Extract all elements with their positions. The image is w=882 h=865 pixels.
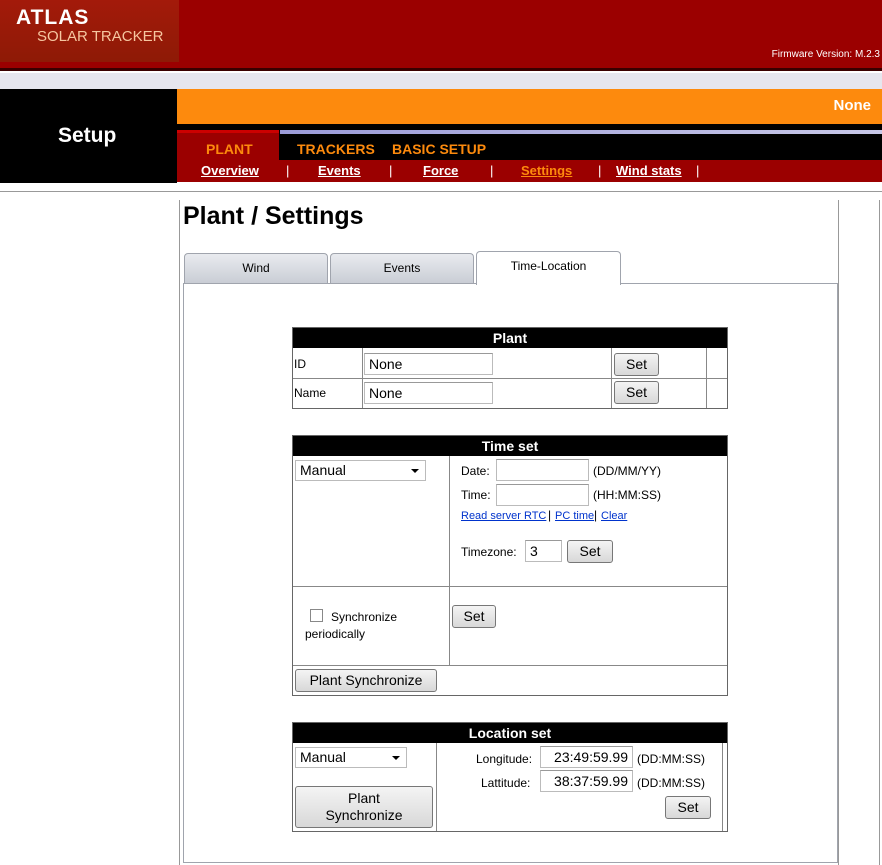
location-sync-line2: Synchronize	[325, 807, 403, 823]
tab-trackers[interactable]: TRACKERS	[297, 141, 375, 157]
clear-link[interactable]: Clear	[601, 510, 627, 522]
longitude-label: Longitude:	[476, 752, 533, 766]
latitude-label: Lattitude:	[481, 776, 531, 790]
link-separator: |	[548, 508, 552, 522]
subnav-separator: |	[286, 163, 290, 178]
read-server-rtc-link[interactable]: Read server RTC	[461, 510, 546, 522]
subnav-wind-stats[interactable]: Wind stats	[616, 163, 682, 178]
time-format: (HH:MM:SS)	[593, 488, 661, 502]
main-tabs-bar	[177, 124, 882, 160]
chevron-down-icon	[411, 469, 419, 473]
date-label: Date:	[461, 464, 490, 478]
plant-name-set-button[interactable]: Set	[614, 381, 659, 404]
section-panel: Setup	[0, 89, 177, 183]
header-band	[0, 73, 882, 89]
location-plant-synchronize-button[interactable]: Plant Synchronize	[295, 786, 433, 828]
content-border	[879, 200, 880, 865]
time-label: Time:	[461, 488, 491, 502]
plant-name-label: Name	[294, 386, 327, 400]
content-border	[838, 200, 839, 865]
latitude-format: (DD:MM:SS)	[637, 776, 705, 790]
plant-table: Plant	[292, 327, 728, 409]
pc-time-link[interactable]: PC time	[555, 510, 594, 522]
link-separator: |	[594, 508, 598, 522]
subnav-force[interactable]: Force	[423, 163, 458, 178]
brand-logo: ATLAS SOLAR TRACKER	[0, 0, 179, 62]
plant-synchronize-button[interactable]: Plant Synchronize	[295, 669, 437, 692]
time-mode-value: Manual	[300, 462, 346, 478]
plant-id-input[interactable]: None	[364, 353, 493, 375]
time-input[interactable]	[496, 484, 589, 506]
nav-divider	[0, 183, 882, 192]
status-bar: None	[177, 89, 882, 124]
longitude-input[interactable]: 23:49:59.99	[540, 746, 633, 768]
subnav-separator: |	[696, 163, 700, 178]
sync-periodically-checkbox[interactable]	[310, 609, 323, 622]
header-divider	[0, 68, 882, 71]
tab-time-location[interactable]: Time-Location	[476, 251, 621, 285]
firmware-version: Firmware Version: M.2.3	[771, 49, 880, 60]
subnav-separator: |	[490, 163, 494, 178]
sync-set-button[interactable]: Set	[452, 605, 496, 628]
page-title: Plant / Settings	[183, 202, 364, 230]
content-border	[179, 200, 180, 865]
brand-name: ATLAS	[16, 6, 90, 29]
location-sync-line1: Plant	[348, 790, 380, 806]
date-format: (DD/MM/YY)	[593, 464, 661, 478]
timezone-input[interactable]: 3	[525, 540, 562, 562]
location-set-button[interactable]: Set	[665, 796, 711, 819]
plant-id-label: ID	[294, 357, 306, 371]
sync-label: Synchronize	[331, 610, 398, 624]
time-set-header: Time set	[293, 436, 727, 456]
plant-id-set-button[interactable]: Set	[614, 353, 659, 376]
time-mode-select[interactable]: Manual	[295, 460, 426, 481]
sync-label-2: periodically	[305, 627, 366, 641]
location-mode-select[interactable]: Manual	[295, 747, 407, 768]
location-mode-value: Manual	[300, 749, 346, 765]
plant-header: Plant	[293, 328, 727, 348]
timezone-label: Timezone:	[461, 545, 517, 559]
subnav-separator: |	[389, 163, 393, 178]
timezone-set-button[interactable]: Set	[567, 540, 613, 563]
latitude-input[interactable]: 38:37:59.99	[540, 770, 633, 792]
location-set-header: Location set	[293, 723, 727, 743]
subnav-events[interactable]: Events	[318, 163, 361, 178]
chevron-down-icon	[392, 756, 400, 760]
date-input[interactable]	[496, 459, 589, 481]
section-title: Setup	[58, 124, 117, 147]
tab-events[interactable]: Events	[330, 253, 474, 284]
subnav-separator: |	[598, 163, 602, 178]
plant-name-input[interactable]: None	[364, 382, 493, 404]
tab-wind[interactable]: Wind	[184, 253, 328, 284]
longitude-format: (DD:MM:SS)	[637, 752, 705, 766]
tab-plant[interactable]: PLANT	[206, 141, 253, 157]
subnav-overview[interactable]: Overview	[201, 163, 259, 178]
status-value: None	[833, 97, 872, 114]
tab-basic-setup[interactable]: BASIC SETUP	[392, 141, 486, 157]
subnav-settings[interactable]: Settings	[521, 163, 572, 178]
brand-subtitle: SOLAR TRACKER	[37, 28, 164, 45]
